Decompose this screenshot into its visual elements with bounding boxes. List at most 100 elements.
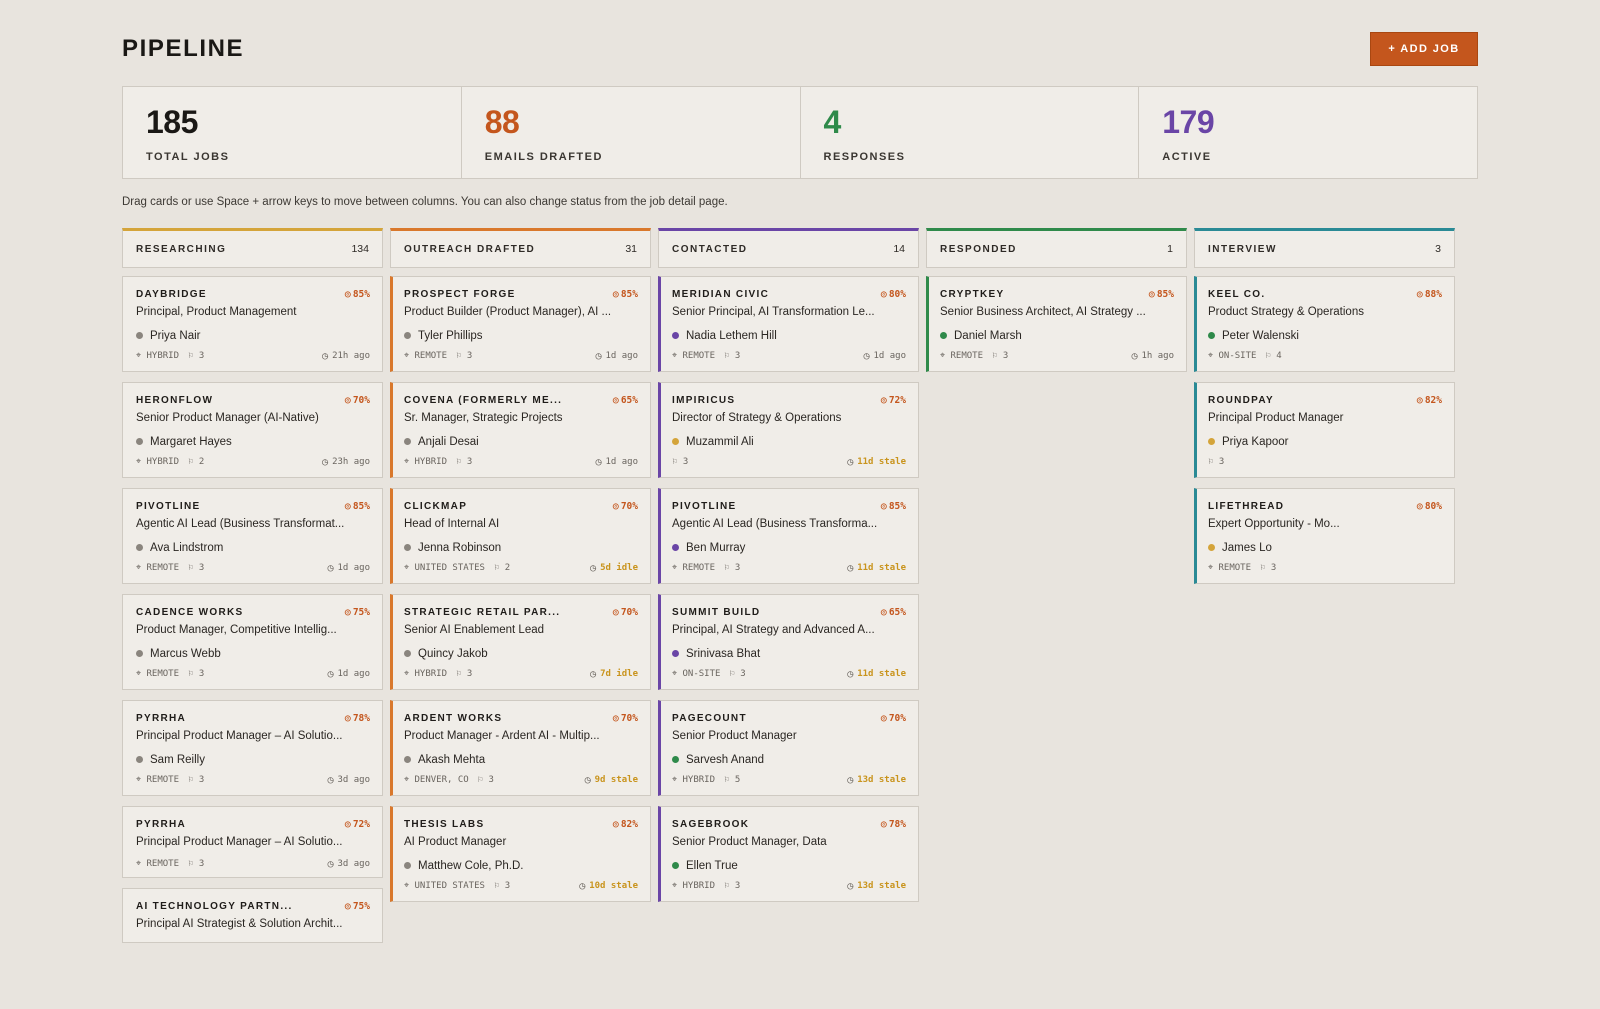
last-activity: ◷ 21h ago (322, 351, 370, 362)
job-card[interactable]: PYRRHA ◎ 72% Principal Product Manager – AI… (122, 806, 383, 878)
column-header[interactable]: OUTREACH DRAFTED 31 (390, 228, 651, 268)
contact-name: Peter Walenski (1222, 329, 1299, 342)
job-card[interactable]: KEEL CO. ◎ 88% Product Strategy & Operation… (1194, 276, 1455, 372)
job-card[interactable]: STRATEGIC RETAIL PAR... ◎ 70% Senior AI Ena… (390, 594, 651, 690)
meta-left: ⌖ HYBRID ⚐ 3 (136, 351, 204, 361)
job-card[interactable]: THESIS LABS ◎ 82% AI Product Manager Matthew… (390, 806, 651, 902)
meta-left: ⌖ UNITED STATES ⚐ 2 (404, 563, 510, 573)
column-header[interactable]: CONTACTED 14 (658, 228, 919, 268)
target-icon: ◎ (880, 288, 887, 300)
last-activity: ◷ 13d stale (847, 881, 906, 892)
job-card[interactable]: LIFETHREAD ◎ 80% Expert Opportunity - Mo...… (1194, 488, 1455, 584)
target-icon: ◎ (344, 288, 351, 300)
contacts-count: ⚐ 2 (188, 457, 205, 467)
activity-time: 11d stale (857, 669, 906, 679)
job-card[interactable]: PIVOTLINE ◎ 85% Agentic AI Lead (Business T… (658, 488, 919, 584)
card-header: DAYBRIDGE ◎ 85% (136, 287, 370, 301)
job-title: Principal Product Manager – AI Solutio..… (136, 730, 343, 742)
location-tag: ⌖ UNITED STATES (404, 563, 485, 573)
activity-time: 23h ago (332, 457, 370, 467)
job-card[interactable]: PYRRHA ◎ 78% Principal Product Manager – AI… (122, 700, 383, 796)
job-card[interactable]: SUMMIT BUILD ◎ 65% Principal, AI Strategy a… (658, 594, 919, 690)
job-card[interactable]: CADENCE WORKS ◎ 75% Product Manager, Compet… (122, 594, 383, 690)
location-tag: ⌖ HYBRID (672, 775, 715, 785)
status-dot (404, 544, 411, 551)
contacts-count: ⚐ 3 (456, 351, 473, 361)
status-dot (136, 544, 143, 551)
column-header[interactable]: RESEARCHING 134 (122, 228, 383, 268)
meta-left: ⌖ REMOTE ⚐ 3 (672, 563, 740, 573)
location-tag: ⌖ UNITED STATES (404, 881, 485, 891)
card-meta: ⌖ HYBRID ⚐ 3 ◷ 1d ago (404, 455, 638, 469)
pipeline-page: PIPELINE + ADD JOB 185 TOTAL JOBS 88 EMA… (122, 30, 1478, 943)
card-meta: ⌖ HYBRID ⚐ 3 ◷ 7d idle (404, 667, 638, 681)
last-activity: ◷ 3d ago (327, 859, 370, 870)
match-score: ◎ 75% (344, 900, 370, 912)
contacts-count: ⚐ 3 (493, 881, 511, 891)
location-tag: ⌖ ON-SITE (1208, 351, 1257, 361)
location-tag: ⌖ HYBRID (672, 881, 715, 891)
job-card[interactable]: COVENA (FORMERLY ME... ◎ 65% Sr. Manager, S… (390, 382, 651, 478)
meta-left: ⌖ HYBRID ⚐ 2 (136, 457, 204, 467)
contacts-count: ⚐ 3 (1260, 563, 1277, 573)
job-card[interactable]: IMPIRICUS ◎ 72% Director of Strategy & Oper… (658, 382, 919, 478)
company-name: STRATEGIC RETAIL PAR... (404, 606, 561, 618)
page-header: PIPELINE + ADD JOB (122, 30, 1478, 68)
job-title: Senior Product Manager (AI-Native) (136, 412, 319, 424)
job-card[interactable]: ARDENT WORKS ◎ 70% Product Manager - Ardent… (390, 700, 651, 796)
clock-icon: ◷ (847, 880, 854, 892)
card-meta: ⌖ HYBRID ⚐ 2 ◷ 23h ago (136, 455, 370, 469)
job-card[interactable]: PROSPECT FORGE ◎ 85% Product Builder (Produ… (390, 276, 651, 372)
contacts-count: ⚐ 3 (477, 775, 494, 785)
column-header[interactable]: INTERVIEW 3 (1194, 228, 1455, 268)
last-activity: ◷ 1d ago (595, 351, 638, 362)
clock-icon: ◷ (579, 880, 586, 892)
column-header[interactable]: RESPONDED 1 (926, 228, 1187, 268)
job-title: AI Product Manager (404, 836, 507, 848)
contact-name: Daniel Marsh (954, 329, 1022, 342)
job-card[interactable]: PIVOTLINE ◎ 85% Agentic AI Lead (Business T… (122, 488, 383, 584)
match-score: ◎ 70% (880, 712, 906, 724)
contact-name: Srinivasa Bhat (686, 647, 761, 660)
activity-time: 1d ago (873, 351, 906, 361)
stat-value: 179 (1162, 104, 1215, 140)
job-card[interactable]: MERIDIAN CIVIC ◎ 80% Senior Principal, AI T… (658, 276, 919, 372)
column-title: RESPONDED (940, 243, 1017, 255)
column-title: OUTREACH DRAFTED (404, 243, 536, 255)
contact-row: Margaret Hayes (136, 433, 370, 450)
job-title: Senior Product Manager (672, 730, 797, 742)
location-tag: ⌖ HYBRID (136, 457, 179, 467)
card-meta: ⌖ DENVER, CO ⚐ 3 ◷ 9d stale (404, 773, 638, 787)
company-name: AI TECHNOLOGY PARTN... (136, 900, 293, 912)
target-icon: ◎ (1416, 288, 1423, 300)
job-card[interactable]: AI TECHNOLOGY PARTN... ◎ 75% Principal AI S… (122, 888, 383, 943)
activity-time: 21h ago (332, 351, 370, 361)
job-card[interactable]: CRYPTKEY ◎ 85% Senior Business Architect, A… (926, 276, 1187, 372)
company-name: SAGEBROOK (672, 818, 750, 830)
activity-time: 1d ago (605, 457, 638, 467)
last-activity: ◷ 10d stale (579, 881, 638, 892)
card-header: CLICKMAP ◎ 70% (404, 499, 638, 513)
job-card[interactable]: ROUNDPAY ◎ 82% Principal Product Manager Pri… (1194, 382, 1455, 478)
job-card[interactable]: HERONFLOW ◎ 70% Senior Product Manager (AI-… (122, 382, 383, 478)
contact-row: Matthew Cole, Ph.D. (404, 857, 638, 874)
stat-value: 185 (146, 104, 198, 140)
job-card[interactable]: CLICKMAP ◎ 70% Head of Internal AI Jenna Rob… (390, 488, 651, 584)
target-icon: ◎ (1416, 500, 1423, 512)
job-title: Principal Product Manager – AI Solutio..… (136, 836, 343, 848)
company-name: PYRRHA (136, 818, 187, 830)
status-dot (404, 438, 411, 445)
match-score: ◎ 78% (344, 712, 370, 724)
match-score: ◎ 85% (344, 500, 370, 512)
add-job-button[interactable]: + ADD JOB (1370, 32, 1478, 66)
status-dot (672, 332, 679, 339)
card-meta: ⌖ HYBRID ⚐ 3 ◷ 13d stale (672, 879, 906, 893)
job-card[interactable]: PAGECOUNT ◎ 70% Senior Product Manager Sarve… (658, 700, 919, 796)
job-card[interactable]: DAYBRIDGE ◎ 85% Principal, Product Manageme… (122, 276, 383, 372)
job-card[interactable]: SAGEBROOK ◎ 78% Senior Product Manager, Dat… (658, 806, 919, 902)
contact-name: Muzammil Ali (686, 435, 754, 448)
contact-name: Nadia Lethem Hill (686, 329, 777, 342)
column-title: CONTACTED (672, 243, 748, 255)
clock-icon: ◷ (584, 774, 591, 786)
match-score: ◎ 70% (344, 394, 370, 406)
